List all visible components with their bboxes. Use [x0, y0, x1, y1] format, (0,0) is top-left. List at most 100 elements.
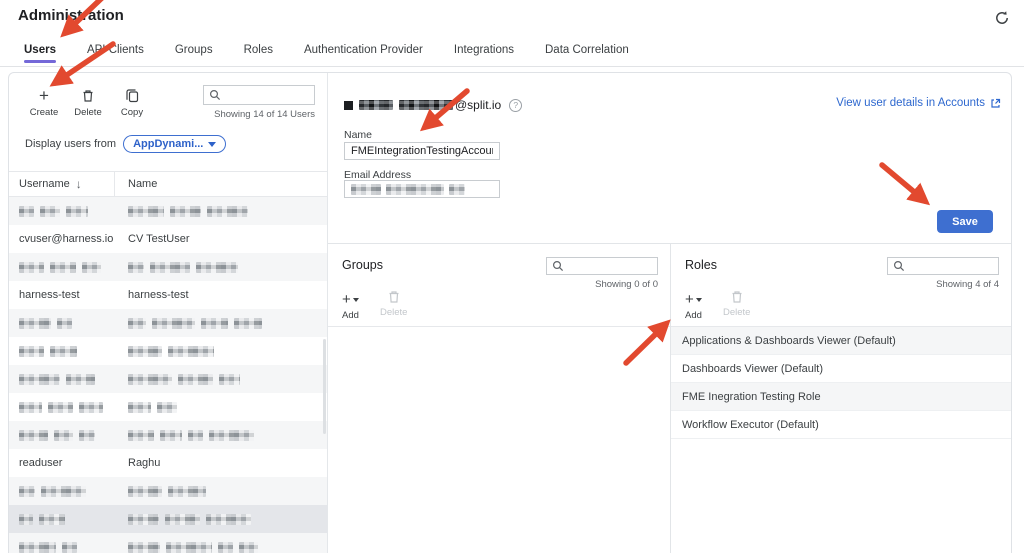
redacted-text — [79, 430, 95, 441]
tab-roles[interactable]: Roles — [244, 40, 273, 64]
redacted-text — [170, 206, 201, 217]
users-searchbox — [203, 85, 315, 105]
tab-authentication-provider[interactable]: Authentication Provider — [304, 40, 423, 64]
user-row[interactable] — [9, 393, 327, 421]
groups-roles-row: Groups Showing 0 of 0 + Add — [328, 243, 1011, 553]
redacted-text — [62, 542, 77, 553]
tab-integrations[interactable]: Integrations — [454, 40, 514, 64]
email-input[interactable] — [344, 180, 500, 198]
search-icon — [209, 89, 221, 101]
delete-user-button[interactable]: Delete — [69, 87, 107, 123]
role-row[interactable]: Workflow Executor (Default) — [671, 411, 1011, 439]
groups-search-input[interactable] — [568, 260, 652, 272]
redacted-text — [19, 542, 56, 553]
tab-groups[interactable]: Groups — [175, 40, 213, 64]
redacted-text — [166, 542, 212, 553]
user-row[interactable] — [9, 253, 327, 281]
user-name-cell — [115, 430, 327, 441]
redacted-text — [50, 346, 77, 357]
redacted-text — [157, 402, 177, 413]
user-email-heading: @split.io ? — [344, 98, 522, 112]
roles-add-button[interactable]: + Add — [685, 291, 702, 321]
role-row[interactable]: Dashboards Viewer (Default) — [671, 355, 1011, 383]
redacted-text — [150, 262, 190, 273]
display-users-dropdown[interactable]: AppDynami... — [123, 135, 226, 153]
user-row[interactable] — [9, 337, 327, 365]
redacted-text — [128, 346, 162, 357]
chevron-down-icon — [353, 298, 359, 302]
user-name-cell — [115, 318, 327, 329]
redacted-text — [66, 374, 95, 385]
user-name-cell — [115, 402, 327, 413]
sort-desc-icon: ↓ — [76, 177, 82, 191]
user-row[interactable] — [9, 421, 327, 449]
users-showing-count: Showing 14 of 14 Users — [214, 109, 315, 120]
user-detail-area: @split.io ? Name Email Address View user… — [328, 73, 1011, 553]
redacted-text — [128, 514, 159, 525]
user-username-cell: cvuser@harness.io — [9, 233, 115, 245]
groups-add-button[interactable]: + Add — [342, 291, 359, 321]
groups-panel: Groups Showing 0 of 0 + Add — [328, 244, 671, 553]
name-field-label: Name — [344, 129, 372, 141]
tab-api-clients[interactable]: API Clients — [87, 40, 144, 64]
users-table-header: Username ↓ Name — [9, 171, 327, 197]
groups-title: Groups — [342, 258, 383, 272]
redacted-text — [19, 430, 48, 441]
user-username-cell — [9, 514, 115, 525]
user-row[interactable] — [9, 505, 327, 533]
groups-searchbox — [546, 257, 658, 275]
search-icon — [552, 260, 564, 272]
roles-delete-button[interactable]: Delete — [723, 289, 750, 318]
groups-showing-count: Showing 0 of 0 — [595, 279, 658, 290]
user-row[interactable] — [9, 197, 327, 225]
redacted-text — [39, 514, 65, 525]
role-row[interactable]: Applications & Dashboards Viewer (Defaul… — [671, 327, 1011, 355]
roles-search-input[interactable] — [909, 260, 993, 272]
redacted-text — [165, 514, 200, 525]
user-username-cell: harness-test — [9, 289, 115, 301]
roles-showing-count: Showing 4 of 4 — [936, 279, 999, 290]
username-column-header[interactable]: Username ↓ — [9, 172, 115, 196]
user-username-cell — [9, 206, 115, 217]
user-row[interactable]: cvuser@harness.ioCV TestUser — [9, 225, 327, 253]
redacted-text — [50, 262, 76, 273]
users-toolbar: + Create Delete — [9, 73, 327, 123]
view-accounts-link[interactable]: View user details in Accounts — [836, 97, 1001, 109]
redacted-text — [19, 514, 33, 525]
redacted-text — [54, 430, 73, 441]
tab-users[interactable]: Users — [24, 40, 56, 64]
users-panel: + Create Delete — [9, 73, 328, 553]
redacted-text — [399, 100, 453, 110]
user-row[interactable] — [9, 477, 327, 505]
user-name-cell — [115, 542, 327, 553]
redacted-text — [48, 402, 73, 413]
tab-data-correlation[interactable]: Data Correlation — [545, 40, 629, 64]
user-row[interactable]: harness-testharness-test — [9, 281, 327, 309]
redacted-text — [188, 430, 203, 441]
users-search-input[interactable] — [225, 89, 309, 101]
copy-user-button[interactable]: Copy — [113, 87, 151, 123]
redacted-text — [128, 402, 151, 413]
role-row[interactable]: FME Inegration Testing Role — [671, 383, 1011, 411]
groups-delete-button[interactable]: Delete — [380, 289, 407, 318]
name-input[interactable] — [344, 142, 500, 160]
save-button[interactable]: Save — [937, 210, 993, 233]
redacted-text — [128, 262, 144, 273]
user-row[interactable]: readuserRaghu — [9, 449, 327, 477]
create-user-button[interactable]: + Create — [25, 87, 63, 123]
redacted-text — [41, 486, 86, 497]
scrollbar-thumb[interactable] — [323, 339, 326, 434]
refresh-icon[interactable] — [992, 8, 1012, 28]
user-name-cell — [115, 374, 327, 385]
help-icon[interactable]: ? — [509, 99, 522, 112]
redacted-text — [128, 430, 154, 441]
user-row[interactable] — [9, 365, 327, 393]
user-username-cell — [9, 374, 115, 385]
copy-icon — [113, 87, 151, 104]
user-row[interactable] — [9, 533, 327, 553]
external-link-icon — [990, 98, 1001, 109]
users-table-body: cvuser@harness.ioCV TestUser harness-test… — [9, 197, 327, 553]
name-column-header[interactable]: Name — [115, 178, 327, 190]
user-username-cell — [9, 542, 115, 553]
user-row[interactable] — [9, 309, 327, 337]
